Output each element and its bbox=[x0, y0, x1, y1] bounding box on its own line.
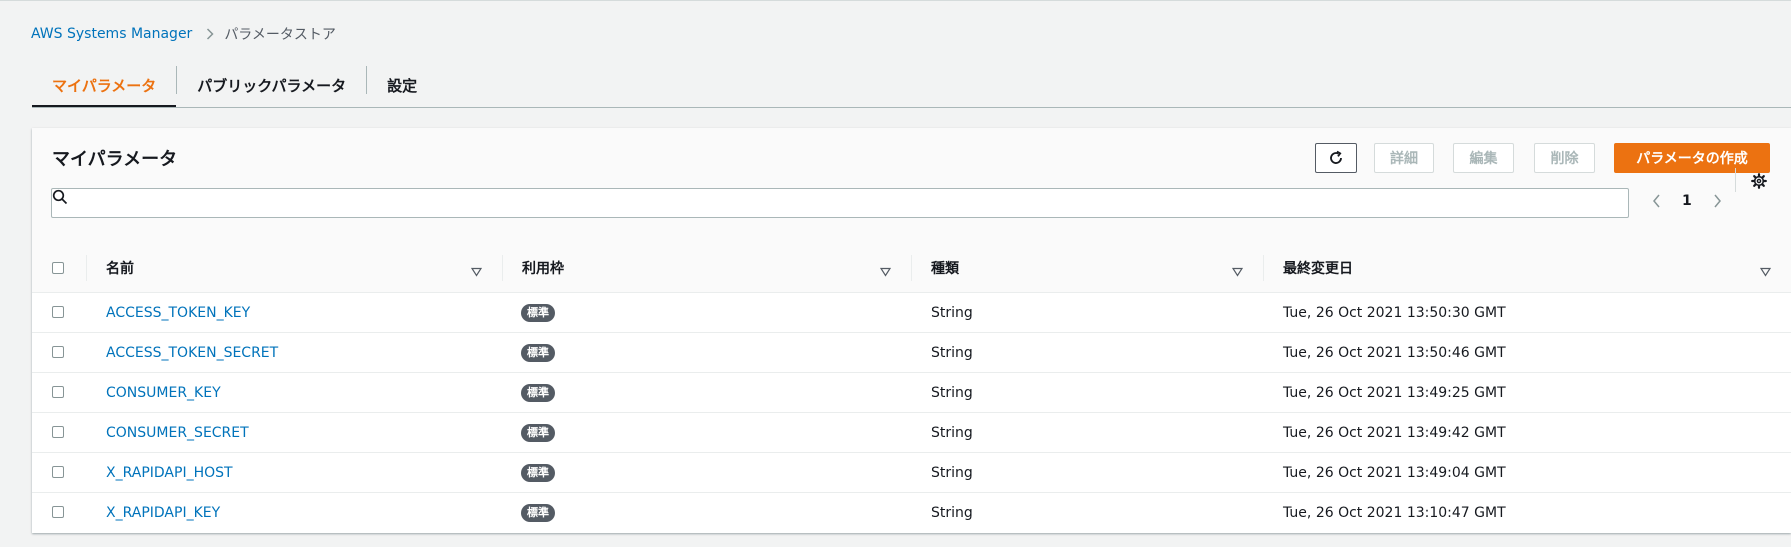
breadcrumb: AWS Systems Manager パラメータストア bbox=[31, 24, 336, 44]
panel-title: マイパラメータ bbox=[52, 149, 178, 170]
tier-cell: 標準 bbox=[521, 413, 555, 452]
type-cell: String bbox=[931, 304, 973, 321]
tier-cell: 標準 bbox=[521, 293, 555, 332]
parameters-panel: マイパラメータ 詳細 編集 削除 パラメータの作成 1 名前 利用枠 種類 最終… bbox=[32, 128, 1791, 533]
tier-badge: 標準 bbox=[521, 303, 555, 322]
tier-badge: 標準 bbox=[521, 423, 555, 442]
row-checkbox[interactable] bbox=[52, 386, 64, 398]
table-header: 名前 利用枠 種類 最終変更日 bbox=[32, 244, 1791, 293]
row-checkbox[interactable] bbox=[52, 426, 64, 438]
select-all-checkbox[interactable] bbox=[52, 262, 64, 274]
table-body: ACCESS_TOKEN_KEY 標準 String Tue, 26 Oct 2… bbox=[32, 293, 1791, 532]
details-button[interactable]: 詳細 bbox=[1374, 143, 1434, 173]
parameter-name-link[interactable]: X_RAPIDAPI_KEY bbox=[106, 493, 220, 532]
last-modified-cell: Tue, 26 Oct 2021 13:10:47 GMT bbox=[1283, 504, 1506, 521]
table-row[interactable]: CONSUMER_KEY 標準 String Tue, 26 Oct 2021 … bbox=[32, 373, 1791, 413]
chevron-right-icon[interactable] bbox=[1709, 194, 1726, 208]
pager-divider bbox=[1735, 168, 1736, 192]
refresh-button[interactable] bbox=[1315, 143, 1357, 173]
table-row[interactable]: X_RAPIDAPI_HOST 標準 String Tue, 26 Oct 20… bbox=[32, 453, 1791, 493]
sort-caret-down-icon[interactable] bbox=[470, 262, 483, 281]
edit-button[interactable]: 編集 bbox=[1453, 143, 1514, 173]
sort-caret-down-icon[interactable] bbox=[1231, 262, 1244, 281]
tier-badge: 標準 bbox=[521, 383, 555, 402]
column-divider bbox=[502, 255, 503, 281]
tab-public-parameters[interactable]: パブリックパラメータ bbox=[177, 62, 366, 108]
column-header-last-modified[interactable]: 最終変更日 bbox=[1283, 244, 1353, 292]
last-modified-cell: Tue, 26 Oct 2021 13:49:42 GMT bbox=[1283, 424, 1506, 441]
tier-badge: 標準 bbox=[521, 343, 555, 362]
top-border bbox=[0, 0, 1791, 1]
page-number[interactable]: 1 bbox=[1682, 193, 1692, 209]
panel-header: マイパラメータ 詳細 編集 削除 パラメータの作成 1 bbox=[32, 128, 1791, 245]
chevron-left-icon[interactable] bbox=[1648, 194, 1665, 208]
tab-settings[interactable]: 設定 bbox=[367, 62, 437, 108]
column-divider bbox=[86, 255, 87, 281]
search-field bbox=[51, 188, 1629, 218]
create-parameter-button[interactable]: パラメータの作成 bbox=[1614, 143, 1770, 173]
parameter-name-link[interactable]: CONSUMER_KEY bbox=[106, 373, 221, 412]
delete-button[interactable]: 削除 bbox=[1534, 143, 1595, 173]
refresh-icon bbox=[1328, 150, 1344, 166]
sort-caret-down-icon[interactable] bbox=[879, 262, 892, 281]
table-row[interactable]: ACCESS_TOKEN_SECRET 標準 String Tue, 26 Oc… bbox=[32, 333, 1791, 373]
tier-badge: 標準 bbox=[521, 463, 555, 482]
search-input[interactable] bbox=[84, 191, 1614, 215]
breadcrumb-current: パラメータストア bbox=[224, 27, 336, 43]
type-cell: String bbox=[931, 424, 973, 441]
last-modified-cell: Tue, 26 Oct 2021 13:49:04 GMT bbox=[1283, 464, 1506, 481]
breadcrumb-link-systems-manager[interactable]: AWS Systems Manager bbox=[31, 26, 192, 42]
tab-list: マイパラメータ パブリックパラメータ 設定 bbox=[32, 62, 437, 108]
gear-icon[interactable] bbox=[1751, 173, 1767, 189]
row-checkbox[interactable] bbox=[52, 346, 64, 358]
tier-badge: 標準 bbox=[521, 503, 555, 522]
last-modified-cell: Tue, 26 Oct 2021 13:50:30 GMT bbox=[1283, 304, 1506, 321]
chevron-right-icon bbox=[206, 28, 214, 40]
tab-my-parameters[interactable]: マイパラメータ bbox=[32, 62, 177, 108]
column-divider bbox=[1263, 255, 1264, 281]
tier-cell: 標準 bbox=[521, 373, 555, 412]
parameter-name-link[interactable]: X_RAPIDAPI_HOST bbox=[106, 453, 233, 492]
table-row[interactable]: X_RAPIDAPI_KEY 標準 String Tue, 26 Oct 202… bbox=[32, 493, 1791, 532]
type-cell: String bbox=[931, 344, 973, 361]
sort-caret-down-icon[interactable] bbox=[1759, 262, 1772, 281]
table-row[interactable]: CONSUMER_SECRET 標準 String Tue, 26 Oct 20… bbox=[32, 413, 1791, 453]
last-modified-cell: Tue, 26 Oct 2021 13:49:25 GMT bbox=[1283, 384, 1506, 401]
type-cell: String bbox=[931, 384, 973, 401]
column-header-tier[interactable]: 利用枠 bbox=[522, 244, 564, 292]
parameters-table: 名前 利用枠 種類 最終変更日 ACCESS_TOKEN_KEY 標準 Stri… bbox=[32, 244, 1791, 532]
parameter-name-link[interactable]: ACCESS_TOKEN_SECRET bbox=[106, 333, 278, 372]
type-cell: String bbox=[931, 504, 973, 521]
type-cell: String bbox=[931, 464, 973, 481]
column-header-name[interactable]: 名前 bbox=[106, 244, 134, 292]
tier-cell: 標準 bbox=[521, 453, 555, 492]
tabs-underline bbox=[32, 107, 1791, 108]
tier-cell: 標準 bbox=[521, 493, 555, 532]
row-checkbox[interactable] bbox=[52, 506, 64, 518]
table-row[interactable]: ACCESS_TOKEN_KEY 標準 String Tue, 26 Oct 2… bbox=[32, 293, 1791, 333]
last-modified-cell: Tue, 26 Oct 2021 13:50:46 GMT bbox=[1283, 344, 1506, 361]
parameter-name-link[interactable]: CONSUMER_SECRET bbox=[106, 413, 249, 452]
column-divider bbox=[911, 255, 912, 281]
column-header-type[interactable]: 種類 bbox=[931, 244, 959, 292]
row-checkbox[interactable] bbox=[52, 306, 64, 318]
pagination: 1 bbox=[1648, 186, 1726, 216]
parameter-name-link[interactable]: ACCESS_TOKEN_KEY bbox=[106, 293, 250, 332]
row-checkbox[interactable] bbox=[52, 466, 64, 478]
tier-cell: 標準 bbox=[521, 333, 555, 372]
